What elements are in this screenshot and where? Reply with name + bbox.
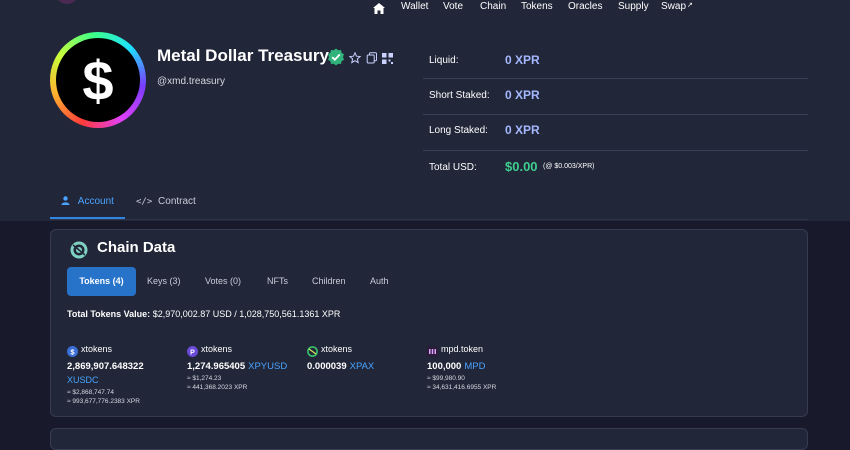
token-contract: xtokens: [321, 344, 353, 354]
subtab-keys[interactable]: Keys (3): [147, 267, 181, 296]
liquid-value: 0 XPR: [505, 53, 540, 67]
subtab-auth[interactable]: Auth: [370, 267, 389, 296]
avatar: $: [50, 32, 146, 128]
pax-icon: [307, 344, 318, 357]
token-amount: 100,000 MPD: [427, 361, 485, 372]
token-xpr-value: ≈ 993,677,776.2383 XPR: [67, 398, 140, 405]
copy-icon[interactable]: [366, 51, 378, 64]
total-tokens-amount: $2,970,002.87 USD / 1,028,750,561.1361 X…: [152, 309, 341, 319]
nav-swap[interactable]: Swap↗: [661, 1, 693, 12]
token-usd-value: ≈ $99,980.90: [427, 375, 465, 382]
total-tokens-value: Total Tokens Value: $2,970,002.87 USD / …: [67, 309, 340, 319]
total-usd-label: Total USD:: [429, 162, 477, 173]
xpr-price-note: (@ $0.003/XPR): [543, 163, 595, 170]
next-card: [50, 428, 808, 450]
subtab-children[interactable]: Children: [312, 267, 346, 296]
long-staked-label: Long Staked:: [429, 125, 488, 136]
nav-swap-label: Swap: [661, 1, 687, 12]
pyusd-icon: P: [187, 344, 198, 357]
star-icon[interactable]: [348, 51, 362, 64]
token-usd-value: ≈ $1,274.23: [187, 375, 222, 382]
liquid-label: Liquid:: [429, 55, 459, 66]
token-amount-value: 100,000: [427, 361, 462, 372]
long-staked-value: 0 XPR: [505, 123, 540, 137]
subtab-tokens[interactable]: Tokens (4): [67, 267, 136, 296]
token-amount: 0.000039 XPAX: [307, 361, 374, 372]
token-symbol-link[interactable]: XPAX: [350, 361, 375, 372]
token-contract: xtokens: [81, 344, 113, 354]
tabs-divider: [50, 219, 808, 220]
token-contract: xtokens: [201, 344, 233, 354]
svg-text:P: P: [190, 349, 195, 356]
qr-code-icon[interactable]: [382, 51, 394, 64]
short-staked-value: 0 XPR: [505, 88, 540, 102]
token-symbol-link[interactable]: XPYUSD: [248, 361, 287, 372]
tab-contract[interactable]: </> Contract: [136, 196, 196, 207]
token-xpr-value: ≈ 34,631,416.6955 XPR: [427, 384, 497, 391]
nav-chain[interactable]: Chain: [480, 1, 506, 12]
token-symbol-link[interactable]: XUSDC: [67, 375, 99, 385]
token-contract: mpd.token: [441, 344, 484, 354]
dollar-icon: $: [82, 52, 113, 108]
chain-data-card: Chain Data Tokens (4) Keys (3) Votes (0)…: [50, 229, 808, 417]
mpd-icon: [427, 344, 438, 357]
token-amount-value: 0.000039: [307, 361, 347, 372]
total-tokens-label: Total Tokens Value:: [67, 309, 151, 319]
account-name: Metal Dollar Treasury: [157, 46, 329, 65]
home-icon[interactable]: [373, 1, 385, 14]
user-icon: [61, 196, 70, 205]
token-amount: 2,869,907.648322: [67, 361, 144, 372]
token-amount: 1,274.965405 XPYUSD: [187, 361, 287, 372]
usdc-icon: $: [67, 344, 78, 357]
tab-account-label: Account: [77, 196, 114, 207]
site-logo[interactable]: [55, 0, 79, 4]
account-header: Wallet Vote Chain Tokens Oracles Supply …: [0, 0, 850, 221]
balance-liquid-row: Liquid: 0 XPR: [423, 43, 808, 79]
total-usd-value: $0.00: [505, 159, 538, 174]
chain-data-icon: [70, 241, 88, 259]
balance-short-row: Short Staked: 0 XPR: [423, 79, 808, 115]
nav-vote[interactable]: Vote: [443, 1, 463, 12]
nav-supply[interactable]: Supply: [618, 1, 649, 12]
balance-long-row: Long Staked: 0 XPR: [423, 115, 808, 151]
short-staked-label: Short Staked:: [429, 90, 490, 101]
avatar-inner: $: [56, 38, 140, 122]
tab-account[interactable]: Account: [61, 196, 114, 207]
token-usd-value: ≈ $2,868,747.74: [67, 389, 114, 396]
tab-contract-label: Contract: [158, 196, 196, 207]
verified-badge-icon: [327, 48, 345, 66]
nav-tokens[interactable]: Tokens: [521, 1, 553, 12]
account-handle: @xmd.treasury: [157, 76, 225, 87]
subtab-nfts[interactable]: NFTs: [267, 267, 288, 296]
nav-wallet[interactable]: Wallet: [401, 1, 428, 12]
external-link-icon: ↗: [687, 2, 693, 9]
subtab-votes[interactable]: Votes (0): [205, 267, 241, 296]
token-xpr-value: ≈ 441,368.2023 XPR: [187, 384, 248, 391]
nav-oracles[interactable]: Oracles: [568, 1, 602, 12]
svg-text:$: $: [82, 52, 113, 108]
token-amount-value: 1,274.965405: [187, 361, 246, 372]
balance-usd-row: Total USD: $0.00 (@ $0.003/XPR): [423, 151, 808, 186]
token-symbol-link[interactable]: MPD: [464, 361, 485, 372]
chain-data-title: Chain Data: [97, 239, 176, 256]
code-icon: </>: [136, 197, 153, 207]
